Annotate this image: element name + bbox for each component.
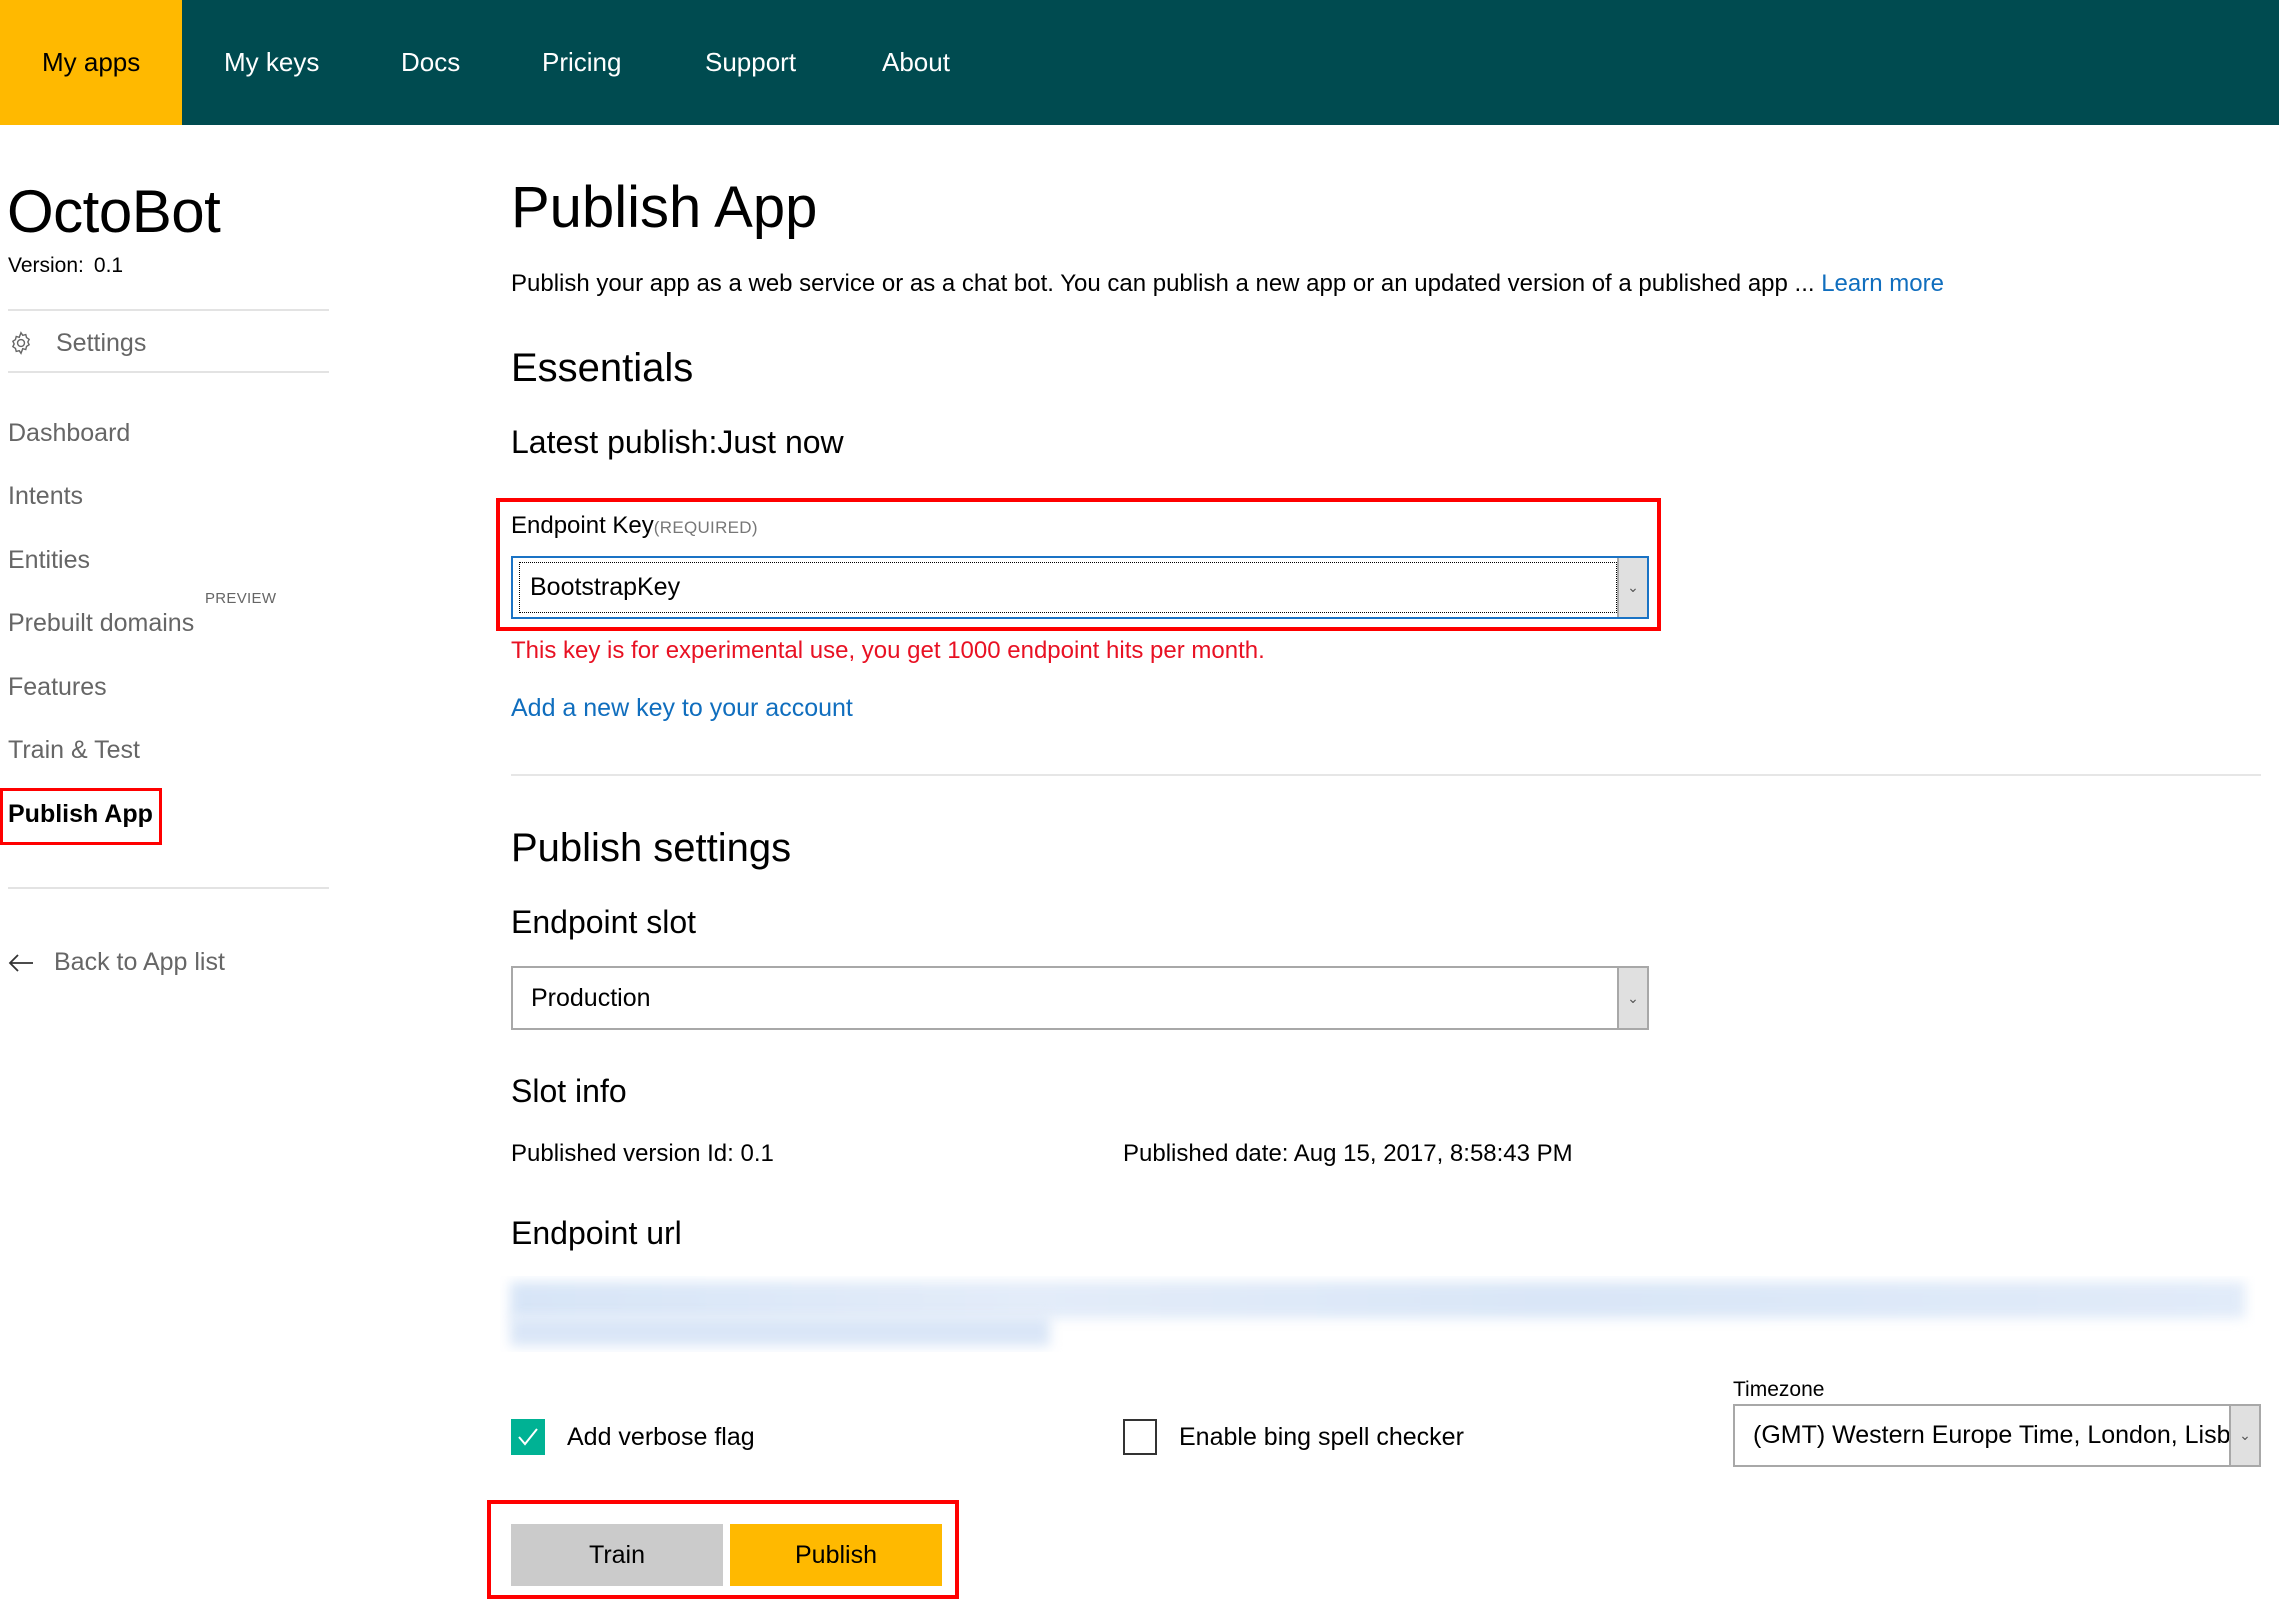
version-value: 0.1 bbox=[93, 254, 124, 277]
nav-about[interactable]: About bbox=[882, 0, 950, 125]
sidebar-divider bbox=[8, 887, 329, 889]
sidebar-item-prebuilt-domains[interactable]: Prebuilt domains PREVIEW bbox=[8, 590, 276, 638]
chevron-down-icon[interactable]: ⌄ bbox=[1617, 968, 1647, 1028]
endpoint-slot-heading: Endpoint slot bbox=[511, 904, 697, 940]
sidebar-item-dashboard[interactable]: Dashboard bbox=[8, 419, 130, 448]
top-navigation-bar: My apps My keys Docs Pricing Support Abo… bbox=[0, 0, 2279, 125]
publish-button[interactable]: Publish bbox=[730, 1524, 942, 1586]
back-label: Back to App list bbox=[54, 948, 225, 976]
add-new-key-link[interactable]: Add a new key to your account bbox=[511, 694, 853, 723]
timezone-value: (GMT) Western Europe Time, London, Lisbo… bbox=[1753, 1421, 2229, 1449]
nav-docs[interactable]: Docs bbox=[401, 0, 460, 125]
train-button[interactable]: Train bbox=[511, 1524, 723, 1586]
learn-more-link[interactable]: Learn more bbox=[1821, 270, 1944, 297]
app-name: OctoBot bbox=[7, 178, 221, 245]
nav-my-keys[interactable]: My keys bbox=[224, 0, 319, 125]
endpoint-key-label: Endpoint Key(REQUIRED) bbox=[511, 512, 758, 540]
published-version-id: Published version Id: 0.1 bbox=[511, 1140, 774, 1167]
chevron-down-icon[interactable]: ⌄ bbox=[2229, 1406, 2259, 1465]
endpoint-key-select[interactable]: BootstrapKey ⌄ bbox=[511, 556, 1649, 619]
sidebar-item-intents[interactable]: Intents bbox=[8, 482, 83, 511]
endpoint-slot-value: Production bbox=[531, 983, 651, 1012]
page-description: Publish your app as a web service or as … bbox=[511, 270, 1944, 298]
app-version: Version: 0.1 bbox=[8, 254, 123, 278]
sidebar-item-entities[interactable]: Entities bbox=[8, 546, 90, 575]
verbose-flag-label: Add verbose flag bbox=[567, 1422, 755, 1451]
section-divider bbox=[511, 774, 2261, 776]
endpoint-key-label-text: Endpoint Key bbox=[511, 512, 654, 539]
verbose-flag-option[interactable]: Add verbose flag bbox=[511, 1419, 755, 1455]
bing-spell-checker-option[interactable]: Enable bing spell checker bbox=[1123, 1419, 1464, 1455]
sidebar-item-train-test[interactable]: Train & Test bbox=[8, 736, 140, 765]
sidebar-item-label: Prebuilt domains bbox=[8, 609, 195, 637]
publish-settings-heading: Publish settings bbox=[511, 826, 792, 870]
sidebar-item-features[interactable]: Features bbox=[8, 673, 107, 702]
slot-info-heading: Slot info bbox=[511, 1073, 627, 1109]
nav-support[interactable]: Support bbox=[705, 0, 796, 125]
gear-icon bbox=[11, 331, 31, 355]
sidebar-divider bbox=[8, 309, 329, 311]
chevron-down-icon[interactable]: ⌄ bbox=[1617, 558, 1647, 617]
latest-publish-status: Latest publish:Just now bbox=[511, 424, 844, 460]
bing-spell-checker-label: Enable bing spell checker bbox=[1179, 1422, 1464, 1451]
required-indicator: (REQUIRED) bbox=[653, 518, 758, 537]
sidebar-settings-link[interactable]: Settings bbox=[8, 325, 146, 361]
description-text: Publish your app as a web service or as … bbox=[511, 270, 1822, 297]
back-to-app-list-link[interactable]: Back to App list bbox=[8, 948, 225, 977]
timezone-select[interactable]: (GMT) Western Europe Time, London, Lisbo… bbox=[1733, 1404, 2261, 1467]
timezone-label: Timezone bbox=[1733, 1378, 1825, 1401]
endpoint-url-redacted[interactable] bbox=[500, 1276, 2255, 1352]
page-title: Publish App bbox=[511, 175, 818, 240]
nav-my-apps[interactable]: My apps bbox=[0, 0, 182, 125]
arrow-left-icon bbox=[8, 953, 33, 972]
settings-label: Settings bbox=[56, 328, 147, 357]
redacted-url-line bbox=[510, 1316, 1050, 1346]
redacted-url-line bbox=[510, 1282, 2245, 1318]
verbose-flag-checkbox[interactable] bbox=[511, 1419, 545, 1455]
checkmark-icon bbox=[518, 1428, 538, 1446]
sidebar-divider bbox=[8, 371, 329, 373]
published-date: Published date: Aug 15, 2017, 8:58:43 PM bbox=[1123, 1140, 1573, 1167]
nav-pricing[interactable]: Pricing bbox=[542, 0, 621, 125]
key-warning-message: This key is for experimental use, you ge… bbox=[511, 637, 1265, 664]
bing-spell-checker-checkbox[interactable] bbox=[1123, 1419, 1157, 1455]
version-label: Version: bbox=[8, 254, 84, 277]
essentials-heading: Essentials bbox=[511, 346, 694, 390]
preview-badge: PREVIEW bbox=[205, 590, 277, 607]
sidebar-item-publish-app[interactable]: Publish App bbox=[8, 800, 153, 829]
endpoint-slot-select[interactable]: Production ⌄ bbox=[511, 966, 1649, 1030]
endpoint-url-heading: Endpoint url bbox=[511, 1215, 682, 1251]
endpoint-key-value: BootstrapKey bbox=[519, 562, 1617, 613]
